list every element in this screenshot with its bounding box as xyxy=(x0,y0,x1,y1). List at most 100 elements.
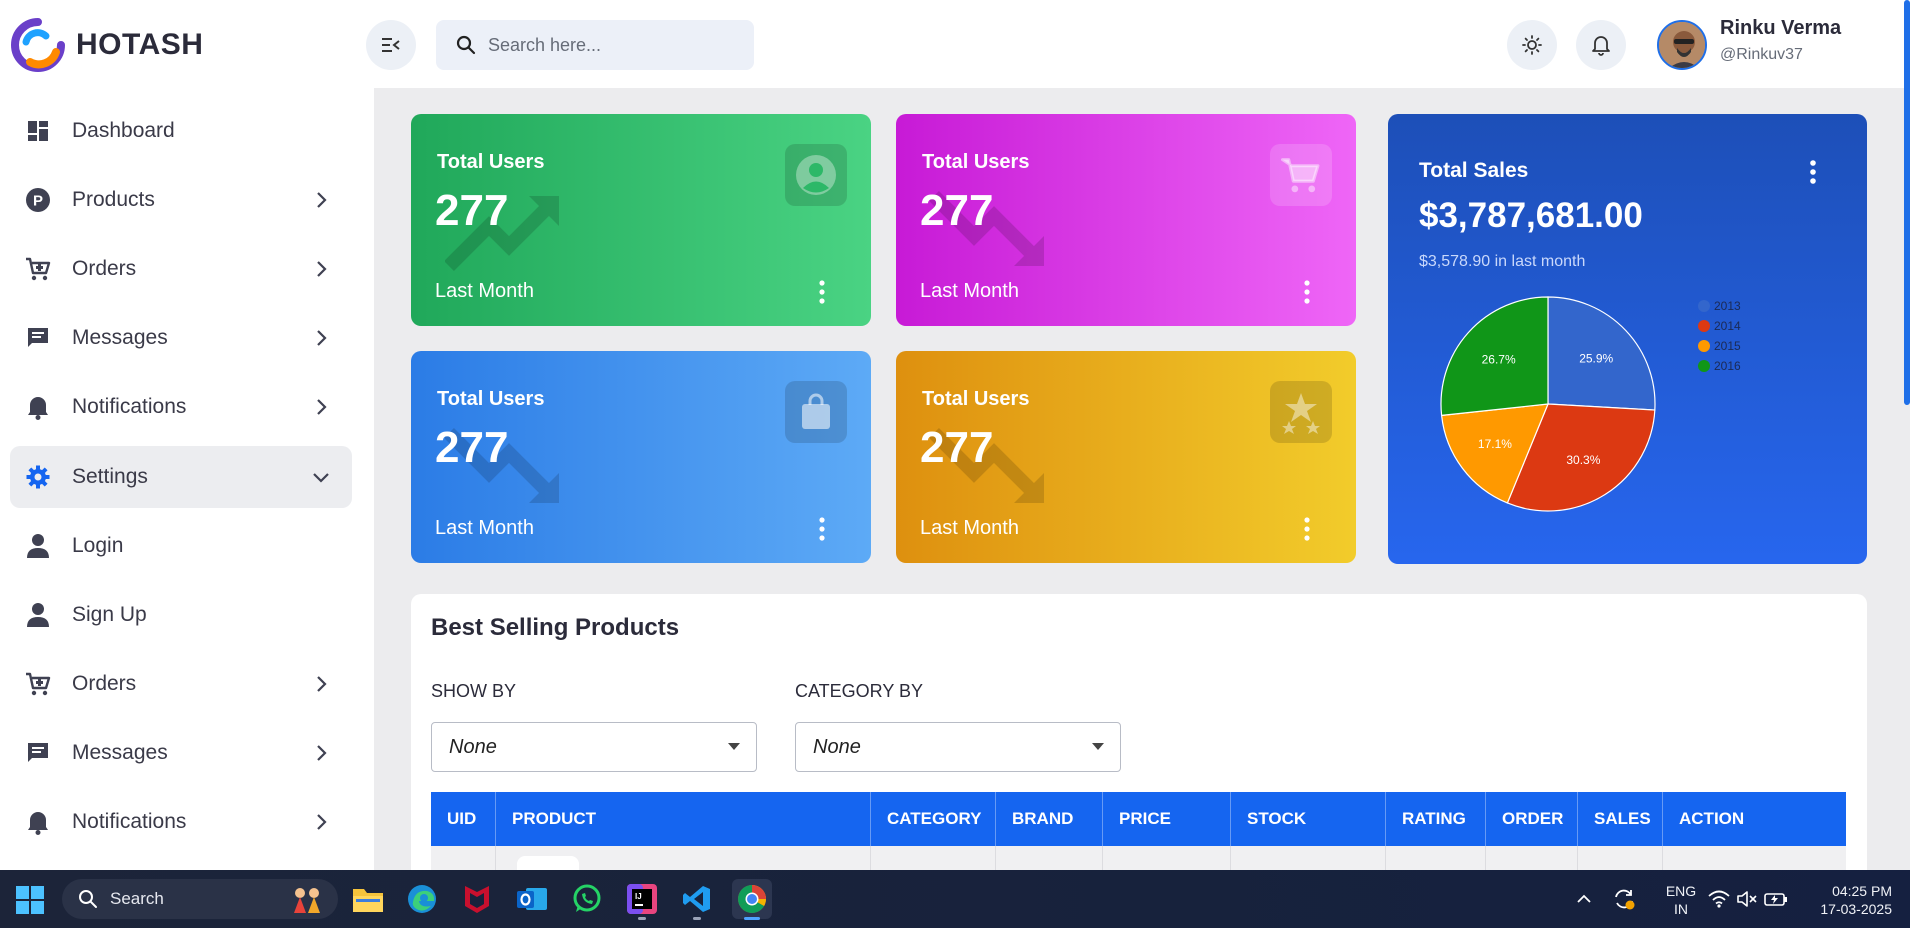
user-icon xyxy=(24,601,52,629)
sun-icon xyxy=(1522,35,1542,55)
avatar-photo xyxy=(1659,22,1705,68)
more-vertical-icon[interactable] xyxy=(1302,515,1312,543)
sidebar-item-messages-2[interactable]: Messages xyxy=(10,722,352,784)
legend-item-2015[interactable]: 2015 xyxy=(1698,336,1741,356)
column-header-rating[interactable]: RATING xyxy=(1386,792,1486,846)
page-scrollbar[interactable] xyxy=(1904,0,1910,405)
top-header: HOTASH Search here... Rinku Verma @Rinku… xyxy=(0,0,1910,88)
show-by-value: None xyxy=(449,735,497,758)
sales-value: $3,787,681.00 xyxy=(1419,196,1643,235)
user-avatar[interactable] xyxy=(1657,20,1707,70)
tray-sync-button[interactable] xyxy=(1610,870,1638,928)
taskbar-app-edge[interactable] xyxy=(402,879,442,919)
legend-item-2016[interactable]: 2016 xyxy=(1698,356,1741,376)
chevron-right-icon xyxy=(317,676,327,692)
legend-item-2014[interactable]: 2014 xyxy=(1698,316,1741,336)
card-value: 277 xyxy=(920,186,994,235)
clock-date: 17-03-2025 xyxy=(1820,901,1892,917)
card-subtitle: Last Month xyxy=(920,280,1019,302)
search-input[interactable] xyxy=(488,34,738,56)
user-circle-icon xyxy=(785,144,847,206)
caret-down-icon xyxy=(1092,743,1104,750)
column-header-price[interactable]: PRICE xyxy=(1103,792,1231,846)
vscode-icon xyxy=(683,886,710,912)
sidebar-item-messages[interactable]: Messages xyxy=(10,307,352,369)
sidebar-item-products[interactable]: P Products xyxy=(10,169,352,231)
more-vertical-icon[interactable] xyxy=(817,515,827,543)
column-header-action[interactable]: ACTION xyxy=(1663,792,1846,846)
bell-icon xyxy=(24,808,52,836)
sidebar-item-dashboard[interactable]: Dashboard xyxy=(10,100,352,162)
pie-slice-label: 26.7% xyxy=(1482,353,1516,367)
tray-wifi-button[interactable] xyxy=(1707,870,1731,928)
card-value: 277 xyxy=(435,186,509,235)
column-header-stock[interactable]: STOCK xyxy=(1231,792,1386,846)
chevron-right-icon xyxy=(317,330,327,346)
taskbar-app-chrome[interactable] xyxy=(732,879,772,920)
dashboard-icon xyxy=(24,117,52,145)
column-header-uid[interactable]: UID xyxy=(431,792,496,846)
products-title: Best Selling Products xyxy=(431,614,680,641)
taskbar-app-whatsapp[interactable] xyxy=(567,879,607,919)
sidebar-item-notifications[interactable]: Notifications xyxy=(10,376,352,438)
theme-toggle-button[interactable] xyxy=(1507,20,1557,70)
column-header-brand[interactable]: BRAND xyxy=(996,792,1103,846)
sidebar-item-label: Products xyxy=(72,188,155,211)
sidebar-item-login[interactable]: Login xyxy=(10,515,352,577)
show-by-select[interactable]: None xyxy=(431,722,757,772)
category-by-select[interactable]: None xyxy=(795,722,1121,772)
column-header-sales[interactable]: SALES xyxy=(1578,792,1663,846)
taskbar-app-mcafee[interactable] xyxy=(457,879,497,919)
chevron-right-icon xyxy=(317,192,327,208)
language-indicator[interactable]: ENG IN xyxy=(1658,882,1704,918)
notifications-button[interactable] xyxy=(1576,20,1626,70)
sidebar-item-label: Messages xyxy=(72,326,168,349)
more-vertical-icon[interactable] xyxy=(817,278,827,306)
sidebar-item-notifications-2[interactable]: Notifications xyxy=(10,791,352,853)
column-header-order[interactable]: ORDER xyxy=(1486,792,1578,846)
sidebar-item-orders-2[interactable]: Orders xyxy=(10,653,352,715)
taskbar-search-box[interactable]: Search xyxy=(62,879,338,919)
column-header-product[interactable]: PRODUCT xyxy=(496,792,871,846)
sales-title: Total Sales xyxy=(1419,159,1529,182)
taskbar-app-intellij[interactable]: IJ xyxy=(622,879,662,920)
taskbar-clock[interactable]: 04:25 PM 17-03-2025 xyxy=(1800,882,1892,918)
sidebar-item-sign-up[interactable]: Sign Up xyxy=(10,584,352,646)
stat-card-users-yellow: Total Users 277 Last Month xyxy=(896,351,1356,563)
card-subtitle: Last Month xyxy=(435,517,534,539)
chevron-down-icon xyxy=(313,473,329,483)
more-vertical-icon[interactable] xyxy=(1302,278,1312,306)
legend-label: 2015 xyxy=(1714,339,1741,353)
pie-slice-label: 25.9% xyxy=(1579,351,1613,365)
sidebar-item-settings[interactable]: Settings xyxy=(10,446,352,508)
cart-icon xyxy=(24,255,52,283)
column-header-category[interactable]: CATEGORY xyxy=(871,792,996,846)
card-title: Total Users xyxy=(437,388,545,410)
sidebar-item-label: Notifications xyxy=(72,395,187,418)
clock-time: 04:25 PM xyxy=(1832,883,1892,899)
taskbar-app-vscode[interactable] xyxy=(677,879,717,920)
legend-item-2013[interactable]: 2013 xyxy=(1698,296,1741,316)
menu-collapse-icon xyxy=(382,38,400,52)
file-explorer-icon xyxy=(353,889,383,912)
windows-start-icon[interactable] xyxy=(16,886,44,914)
sidebar-item-label: Dashboard xyxy=(72,119,175,142)
card-title: Total Users xyxy=(437,151,545,173)
tray-volume-button[interactable] xyxy=(1735,870,1759,928)
legend-swatch xyxy=(1698,340,1710,352)
pie-slice-label: 17.1% xyxy=(1478,437,1512,451)
tray-overflow-button[interactable] xyxy=(1572,870,1596,928)
taskbar-app-outlook[interactable] xyxy=(512,879,552,919)
sidebar-item-orders[interactable]: Orders xyxy=(10,238,352,300)
hotash-logo-icon[interactable] xyxy=(10,18,66,72)
total-sales-card: Total Sales $3,787,681.00 $3,578.90 in l… xyxy=(1388,114,1867,564)
user-name: Rinku Verma xyxy=(1720,17,1842,39)
card-value: 277 xyxy=(435,423,509,472)
sidebar-item-label: Notifications xyxy=(72,810,187,833)
tray-battery-button[interactable] xyxy=(1763,870,1789,928)
search-box[interactable] xyxy=(436,20,754,70)
more-vertical-icon[interactable] xyxy=(1807,158,1819,186)
menu-toggle-button[interactable] xyxy=(366,20,416,70)
legend-swatch xyxy=(1698,320,1710,332)
taskbar-app-file-explorer[interactable] xyxy=(348,879,388,919)
